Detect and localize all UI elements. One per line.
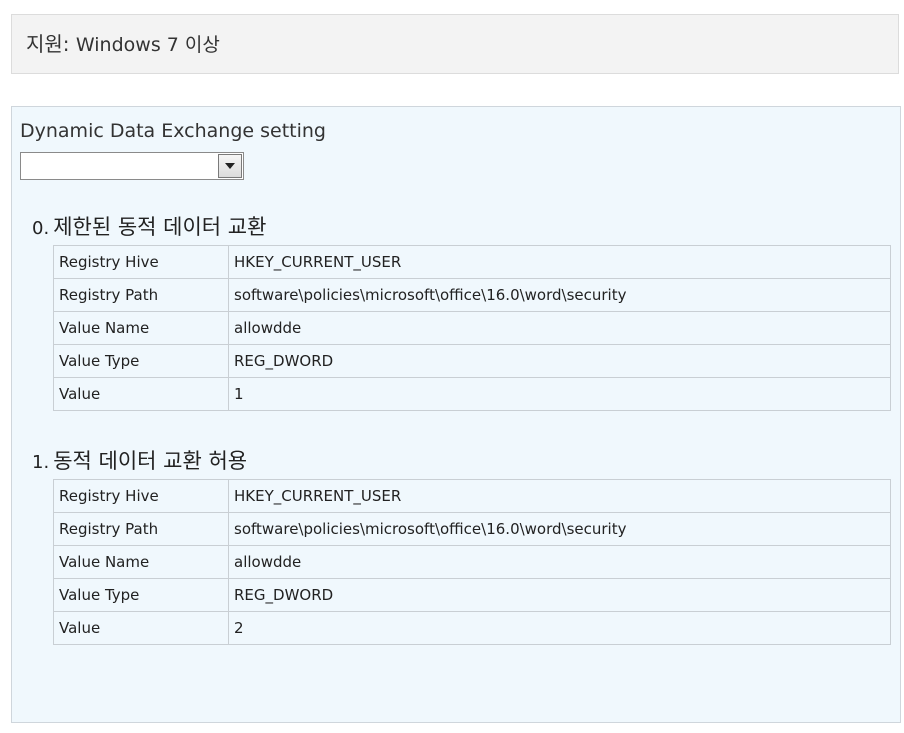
row-key: Value Name xyxy=(53,545,229,579)
table-row: Value 1 xyxy=(53,377,891,411)
table-row: Registry Hive HKEY_CURRENT_USER xyxy=(53,479,891,513)
option-title: 제한된 동적 데이터 교환 xyxy=(53,215,267,239)
option-heading-1: 1. 동적 데이터 교환 허용 xyxy=(32,446,247,478)
support-label: 지원: xyxy=(26,32,70,56)
row-key: Value Type xyxy=(53,578,229,612)
support-os: Windows 7 이상 xyxy=(75,34,220,56)
row-value: REG_DWORD xyxy=(228,578,891,612)
row-key: Value xyxy=(53,611,229,645)
chevron-down-icon[interactable] xyxy=(218,154,242,178)
table-row: Value Name allowdde xyxy=(53,545,891,579)
table-row: Value Name allowdde xyxy=(53,311,891,345)
setting-label: Dynamic Data Exchange setting xyxy=(20,120,326,142)
table-row: Registry Path software\policies\microsof… xyxy=(53,512,891,546)
row-key: Registry Hive xyxy=(53,245,229,279)
table-row: Value 2 xyxy=(53,611,891,645)
table-row: Value Type REG_DWORD xyxy=(53,344,891,378)
row-value: 2 xyxy=(228,611,891,645)
option-title: 동적 데이터 교환 허용 xyxy=(53,449,248,473)
row-key: Value Name xyxy=(53,311,229,345)
setting-select[interactable] xyxy=(20,152,244,180)
option-index: 1. xyxy=(32,452,50,473)
registry-table-0: Registry Hive HKEY_CURRENT_USER Registry… xyxy=(53,245,891,411)
table-row: Value Type REG_DWORD xyxy=(53,578,891,612)
row-value: 1 xyxy=(228,377,891,411)
row-value: HKEY_CURRENT_USER xyxy=(228,245,891,279)
row-key: Value xyxy=(53,377,229,411)
table-row: Registry Hive HKEY_CURRENT_USER xyxy=(53,245,891,279)
option-heading-0: 0. 제한된 동적 데이터 교환 xyxy=(32,212,266,244)
row-value: allowdde xyxy=(228,545,891,579)
row-value: allowdde xyxy=(228,311,891,345)
registry-table-1: Registry Hive HKEY_CURRENT_USER Registry… xyxy=(53,479,891,645)
table-row: Registry Path software\policies\microsof… xyxy=(53,278,891,312)
policy-panel: Dynamic Data Exchange setting 0. 제한된 동적 데… xyxy=(11,106,901,723)
row-value: software\policies\microsoft\office\16.0\… xyxy=(228,278,891,312)
option-index: 0. xyxy=(32,218,50,239)
support-banner: 지원: Windows 7 이상 xyxy=(11,14,899,74)
row-key: Value Type xyxy=(53,344,229,378)
row-key: Registry Path xyxy=(53,512,229,546)
support-text: 지원: Windows 7 이상 xyxy=(26,29,220,60)
row-value: REG_DWORD xyxy=(228,344,891,378)
row-key: Registry Hive xyxy=(53,479,229,513)
row-key: Registry Path xyxy=(53,278,229,312)
row-value: software\policies\microsoft\office\16.0\… xyxy=(228,512,891,546)
row-value: HKEY_CURRENT_USER xyxy=(228,479,891,513)
